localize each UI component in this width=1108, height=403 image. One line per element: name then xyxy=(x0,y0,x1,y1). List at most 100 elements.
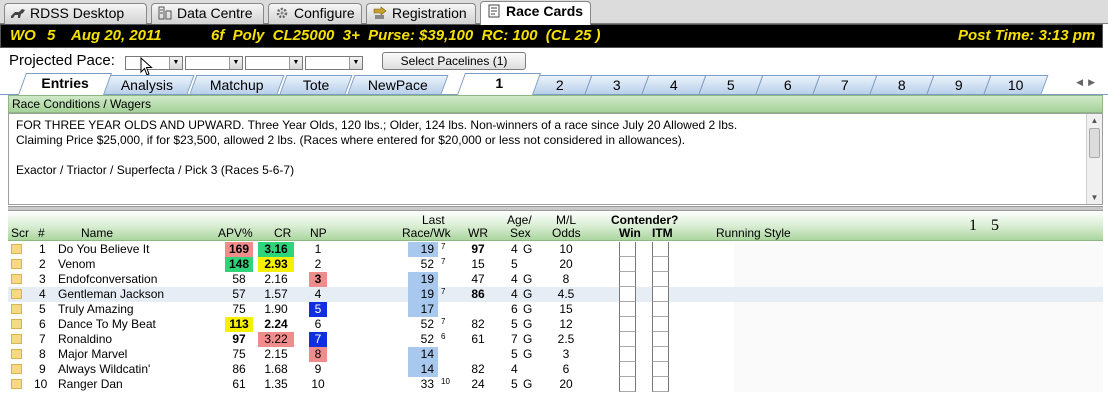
table-row[interactable]: 4 Gentleman Jackson 57 1.57 4 19 7 86 4 G 4.5 xyxy=(8,287,1103,302)
entries-table-header: Scr # Name APV% CR NP Last Race/Wk WR Ag… xyxy=(8,211,1103,241)
race-tab-5[interactable]: 5 xyxy=(698,75,764,94)
race-tab-6[interactable]: 6 xyxy=(755,75,821,94)
np-value: 4 xyxy=(314,287,322,301)
running-style-cell xyxy=(734,377,1103,392)
contender-itm-checkbox[interactable] xyxy=(652,257,669,272)
tab-tote[interactable]: Tote xyxy=(279,75,353,94)
wr-value: 86 xyxy=(471,287,485,301)
contender-win-checkbox[interactable] xyxy=(619,257,636,272)
contender-itm-checkbox[interactable] xyxy=(652,377,669,392)
pace-combo-2[interactable]: ▼ xyxy=(185,56,243,70)
cr-value: 3.16 xyxy=(258,242,294,257)
pace-combo-3[interactable]: ▼ xyxy=(245,56,303,70)
contender-win-checkbox[interactable] xyxy=(619,347,636,362)
ml-odds-value: 2.5 xyxy=(557,332,575,346)
race-tab-9[interactable]: 9 xyxy=(926,75,992,94)
scratch-checkbox[interactable] xyxy=(11,364,22,374)
wr-value: 82 xyxy=(471,362,485,376)
table-row[interactable]: 3 Endofconversation 58 2.16 3 19 47 4 G 8 xyxy=(8,272,1103,287)
race-tab-8[interactable]: 8 xyxy=(869,75,935,94)
scratch-checkbox[interactable] xyxy=(11,289,22,299)
contender-win-checkbox[interactable] xyxy=(619,377,636,392)
wr-value: 61 xyxy=(471,332,485,346)
pace-combo-4[interactable]: ▼ xyxy=(305,56,363,70)
table-row[interactable]: 8 Major Marvel 75 2.15 8 14 5 G 3 xyxy=(8,347,1103,362)
np-value: 9 xyxy=(314,362,322,376)
contender-win-checkbox[interactable] xyxy=(619,242,636,257)
age-value: 5 xyxy=(511,257,518,271)
view-tab-bar: Entries Analysis Matchup Tote NewPace 1 … xyxy=(0,73,1108,95)
race-tab-3[interactable]: 3 xyxy=(584,75,650,94)
table-row[interactable]: 6 Dance To My Beat 113 2.24 6 52 7 82 5 G 12 xyxy=(8,317,1103,332)
cr-value: 1.90 xyxy=(264,302,288,316)
conditions-scrollbar[interactable]: ▲ ▼ xyxy=(1086,114,1102,204)
contender-itm-checkbox[interactable] xyxy=(652,287,669,302)
chevron-down-icon: ▼ xyxy=(169,57,182,69)
ml-odds-value: 10 xyxy=(559,242,573,256)
tab-newpace[interactable]: NewPace xyxy=(347,75,449,94)
contender-itm-checkbox[interactable] xyxy=(652,302,669,317)
np-value: 10 xyxy=(311,377,325,391)
horse-name: Gentleman Jackson xyxy=(58,287,165,301)
scroll-down-icon[interactable]: ▼ xyxy=(1087,191,1102,204)
apv-value: 97 xyxy=(232,332,246,346)
tab-data-centre[interactable]: Data Centre xyxy=(151,3,264,24)
weeks-value: 7 xyxy=(441,317,446,326)
scratch-checkbox[interactable] xyxy=(11,334,22,344)
horse-name: Venom xyxy=(58,257,96,271)
contender-itm-checkbox[interactable] xyxy=(652,362,669,377)
table-row[interactable]: 5 Truly Amazing 75 1.90 5 17 6 G 15 xyxy=(8,302,1103,317)
scratch-checkbox[interactable] xyxy=(11,349,22,359)
scratch-checkbox[interactable] xyxy=(11,259,22,269)
projected-pace-label: Projected Pace: xyxy=(9,52,115,69)
contender-win-checkbox[interactable] xyxy=(619,317,636,332)
table-row[interactable]: 9 Always Wildcatin' 86 1.68 9 14 82 4 6 xyxy=(8,362,1103,377)
contender-itm-checkbox[interactable] xyxy=(652,332,669,347)
tab-matchup[interactable]: Matchup xyxy=(189,75,285,94)
table-row[interactable]: 1 Do You Believe It 169 3.16 1 19 7 97 4 G 10 xyxy=(8,242,1103,257)
contender-itm-checkbox[interactable] xyxy=(652,347,669,362)
col-running-style: Running Style xyxy=(716,226,791,240)
tab-analysis[interactable]: Analysis xyxy=(99,75,195,94)
age-value: 7 xyxy=(511,332,518,346)
contender-win-checkbox[interactable] xyxy=(619,287,636,302)
tab-configure[interactable]: Configure xyxy=(268,3,362,24)
table-row[interactable]: 10 Ranger Dan 61 1.35 10 33 10 24 5 G 20 xyxy=(8,377,1103,392)
tab-registration[interactable]: Registration xyxy=(366,3,476,24)
horse-number: 8 xyxy=(39,347,46,361)
chevron-down-icon: ▼ xyxy=(349,57,362,69)
contender-win-checkbox[interactable] xyxy=(619,272,636,287)
wr-value: 82 xyxy=(471,317,485,331)
race-tab-1[interactable]: 1 xyxy=(456,73,542,95)
scratch-checkbox[interactable] xyxy=(11,379,22,389)
scratch-checkbox[interactable] xyxy=(11,274,22,284)
contender-win-checkbox[interactable] xyxy=(619,362,636,377)
race-tab-7[interactable]: 7 xyxy=(812,75,878,94)
scroll-up-icon[interactable]: ▲ xyxy=(1087,114,1102,127)
scratch-checkbox[interactable] xyxy=(11,304,22,314)
select-pacelines-button[interactable]: Select Pacelines (1) xyxy=(382,52,526,70)
tab-entries[interactable]: Entries xyxy=(17,73,113,95)
registration-icon xyxy=(372,6,388,20)
table-row[interactable]: 7 Ronaldino 97 3.22 7 52 6 61 7 G 2.5 xyxy=(8,332,1103,347)
scratch-checkbox[interactable] xyxy=(11,244,22,254)
sex-value: G xyxy=(523,377,533,391)
contender-itm-checkbox[interactable] xyxy=(652,317,669,332)
contender-win-checkbox[interactable] xyxy=(619,332,636,347)
age-value: 5 xyxy=(511,347,518,361)
tab-scroll-arrows-icon[interactable]: ◀▶ xyxy=(1076,77,1100,88)
table-row[interactable]: 2 Venom 148 2.93 2 52 7 15 5 20 xyxy=(8,257,1103,272)
race-tab-4[interactable]: 4 xyxy=(641,75,707,94)
gear-icon xyxy=(274,6,290,20)
horse-name: Ranger Dan xyxy=(58,377,123,391)
scroll-thumb[interactable] xyxy=(1089,128,1100,158)
tab-race-cards[interactable]: Race Cards xyxy=(480,1,591,25)
scratch-checkbox[interactable] xyxy=(11,319,22,329)
tab-rdss-desktop[interactable]: RDSS Desktop xyxy=(4,3,147,24)
contender-win-checkbox[interactable] xyxy=(619,302,636,317)
horse-racing-icon xyxy=(10,6,26,20)
contender-itm-checkbox[interactable] xyxy=(652,242,669,257)
contender-itm-checkbox[interactable] xyxy=(652,272,669,287)
race-tab-10[interactable]: 10 xyxy=(983,75,1049,94)
pace-combo-1[interactable]: ▼ xyxy=(125,56,183,70)
